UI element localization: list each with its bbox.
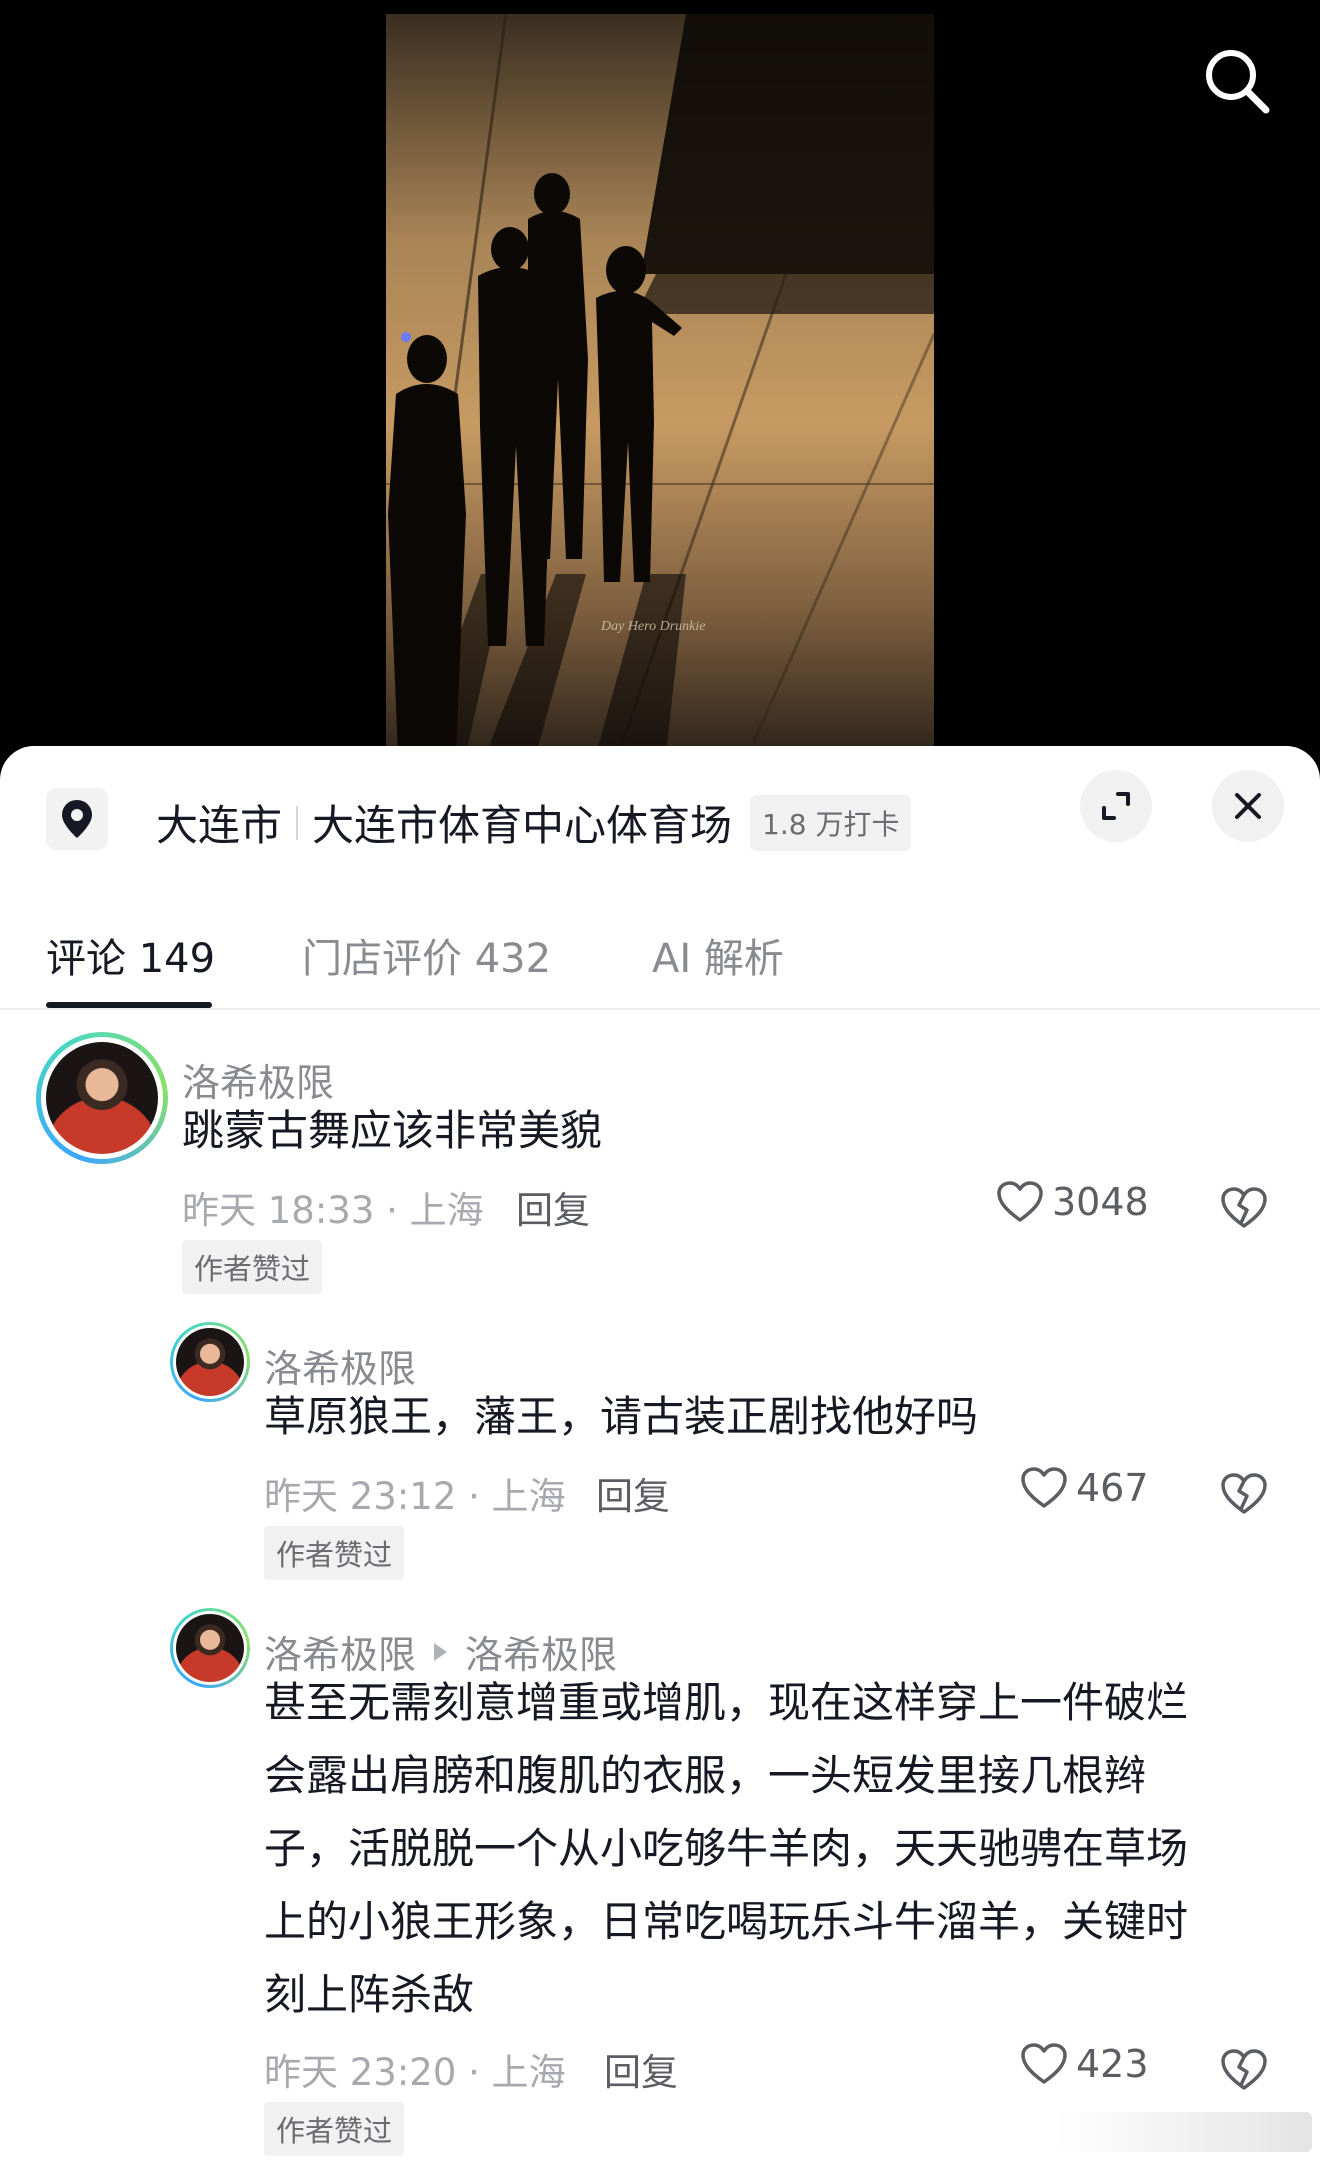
location-header[interactable]: 大连市 大连市体育中心体育场 1.8 万打卡 [0,746,1320,886]
avatar-image [176,1328,244,1396]
comment-item: 洛希极限 跳蒙古舞应该非常美貌 昨天 18:33 · 上海 回复 3048 作者… [0,1010,1320,1350]
checkin-count-badge: 1.8 万打卡 [750,794,912,851]
video-frame[interactable]: Day Hero Drunkie [386,14,934,760]
heart-icon [1021,1467,1067,1508]
broken-heart-icon [1221,2049,1267,2090]
like-count: 467 [1076,1466,1149,1510]
avatar-image [176,1614,244,1682]
reply-arrow-icon [434,1642,448,1661]
like-count: 423 [1076,2042,1149,2086]
avatar[interactable] [170,1322,250,1402]
reply-button[interactable]: 回复 [516,1180,590,1234]
tab-comments[interactable]: 评论 149 [46,926,215,984]
video-watermark: Day Hero Drunkie [600,619,705,634]
comment-text: 甚至无需刻意增重或增肌，现在这样穿上一件破烂 会露出肩膀和腹肌的衣服，一头短发里… [264,1666,1188,2031]
reply-button[interactable]: 回复 [596,1466,670,1520]
tab-bar: 评论 149 门店评价 432 AI 解析 [0,886,1320,1010]
tab-ai-analysis[interactable]: AI 解析 [652,926,784,984]
expand-icon [1102,792,1130,820]
avatar-image [46,1042,158,1154]
location-pin-icon [46,788,108,850]
comment-time-location: 昨天 18:33 · 上海 [182,1189,484,1232]
like-count: 3048 [1052,1180,1149,1224]
comment-time-location: 昨天 23:12 · 上海 [264,1475,566,1518]
broken-heart-icon [1221,1187,1267,1228]
heart-icon [997,1181,1043,1222]
author-liked-badge: 作者赞过 [264,1526,405,1580]
avatar[interactable] [170,1608,250,1688]
location-city: 大连市 [156,801,283,850]
location-text[interactable]: 大连市 大连市体育中心体育场 1.8 万打卡 [156,792,912,853]
comment-time-location: 昨天 23:20 · 上海 [264,2051,566,2094]
author-liked-badge: 作者赞过 [182,1240,323,1294]
dislike-button[interactable] [1220,1472,1268,1520]
broken-heart-icon [1221,1473,1267,1514]
comment-text-line: 甚至无需刻意增重或增肌，现在这样穿上一件破烂 [264,1678,1189,1727]
comment-text-line: 上的小狼王形象，日常吃喝玩乐斗牛溜羊，关键时 [264,1897,1189,1946]
close-button[interactable] [1212,770,1284,842]
close-icon [1235,793,1261,819]
concert-stage-image: Day Hero Drunkie [386,14,934,760]
like-button[interactable]: 467 [1020,1466,1149,1510]
comment-text-line: 子，活脱脱一个从小吃够牛羊肉，天天驰骋在草场 [264,1824,1189,1873]
dislike-button[interactable] [1220,1186,1268,1234]
like-button[interactable]: 3048 [996,1180,1149,1224]
heart-icon [1021,2043,1067,2084]
reply-comment-item: 洛希极限 草原狼王，藩王，请古装正剧找他好吗 昨天 23:12 · 上海 回复 … [0,1308,1320,1608]
comment-text-line: 会露出肩膀和腹肌的衣服，一头短发里接几根辫 [264,1751,1147,1800]
search-button[interactable] [1200,44,1274,118]
site-watermark [1056,2112,1312,2152]
tab-store-reviews[interactable]: 门店评价 432 [302,926,551,984]
comments-panel: 大连市 大连市体育中心体育场 1.8 万打卡 评论 149 门店评价 432 A… [0,746,1320,2164]
search-icon [1206,50,1270,114]
avatar[interactable] [36,1032,168,1164]
video-player[interactable]: Day Hero Drunkie [0,0,1320,760]
location-venue: 大连市体育中心体育场 [312,801,733,850]
author-liked-badge: 作者赞过 [264,2102,405,2156]
expand-button[interactable] [1080,770,1152,842]
location-divider [296,805,299,840]
reply-comment-item: 洛希极限 洛希极限 甚至无需刻意增重或增肌，现在这样穿上一件破烂 会露出肩膀和腹… [0,1594,1320,2164]
like-button[interactable]: 423 [1020,2042,1149,2086]
active-tab-indicator [46,1002,212,1008]
comment-text: 草原狼王，藩王，请古装正剧找他好吗 [264,1392,979,1441]
reply-button[interactable]: 回复 [604,2042,678,2096]
comment-text: 跳蒙古舞应该非常美貌 [182,1106,603,1155]
comment-text-line: 刻上阵杀敌 [264,1970,475,2019]
dislike-button[interactable] [1220,2048,1268,2096]
